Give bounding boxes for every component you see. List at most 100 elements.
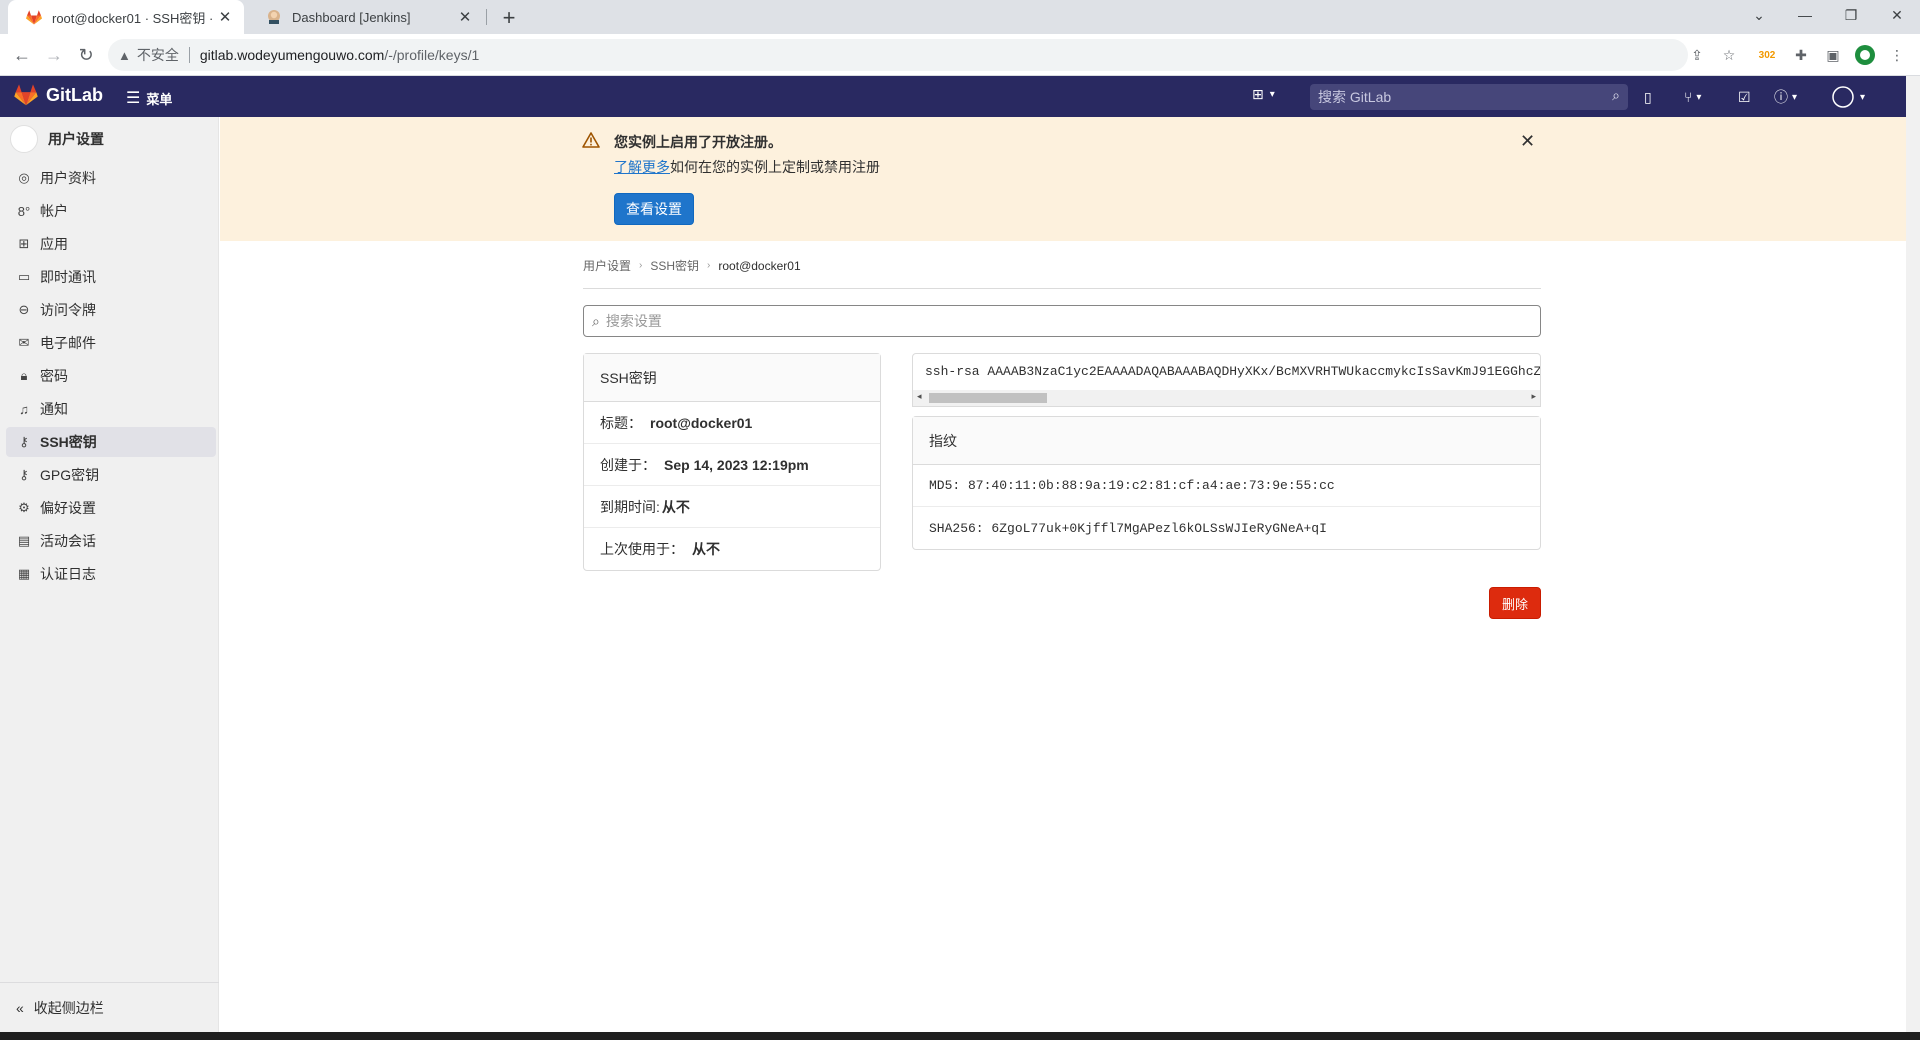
delete-button[interactable]: 删除 — [1489, 587, 1541, 619]
sidebar-item-label: 偏好设置 — [40, 500, 96, 516]
sidebar-item-preferences[interactable]: ⚙ 偏好设置 — [6, 493, 216, 523]
ssh-key-info-card: SSH密钥 标题： root@docker01 创建于： Sep 14, 2023 … — [583, 353, 881, 571]
sidebar-item-auth-log[interactable]: ▦ 认证日志 — [6, 559, 216, 589]
restore-button[interactable]: ❐ — [1828, 0, 1874, 30]
sidebar-item-applications[interactable]: ⊞ 应用 — [6, 229, 216, 259]
sidebar-item-password[interactable]: 🔒︎ 密码 — [6, 361, 216, 391]
search-settings-placeholder: 搜索设置 — [605, 313, 662, 329]
learn-more-link[interactable]: 了解更多 — [614, 159, 670, 175]
bell-icon: ♫ — [19, 401, 29, 417]
scroll-left-icon[interactable]: ◂ — [917, 391, 922, 402]
plus-square-icon: ⊞ — [1252, 86, 1264, 102]
help-icon[interactable]: ⓘ ▾ — [1774, 86, 1797, 108]
settings-sidebar: 用户设置 ◎ 用户资料 8° 帐户 ⊞ 应用 ▭ 即时通讯 ⊖ 访问令牌 ✉ 电子邮件 🔒︎… — [0, 117, 219, 1032]
side-panel-icon[interactable]: ▣ — [1820, 42, 1846, 68]
sidebar-item-label: 用户资料 — [40, 170, 96, 186]
sidebar-item-notifications[interactable]: ♫ 通知 — [6, 394, 216, 424]
alert-body: 了解更多如何在您的实例上定制或禁用注册 — [614, 157, 880, 177]
sidebar-item-profile[interactable]: ◎ 用户资料 — [6, 163, 216, 193]
ssh-key-text: ssh-rsa AAAAB3NzaC1yc2EAAAADAQABAAABAQDH… — [925, 364, 1541, 379]
close-window-button[interactable]: ✕ — [1874, 0, 1920, 30]
search-settings-input[interactable]: ⌕ 搜索设置 — [583, 305, 1541, 337]
collapse-sidebar-label: 收起侧边栏 — [33, 999, 104, 1016]
sidebar-item-chat[interactable]: ▭ 即时通讯 — [6, 262, 216, 292]
sidebar-item-account[interactable]: 8° 帐户 — [6, 196, 216, 226]
close-icon[interactable]: ✕ — [1520, 131, 1535, 152]
breadcrumb-ssh-keys[interactable]: SSH密钥 — [650, 257, 699, 274]
user-icon: ◎ — [18, 170, 30, 185]
key-last-used-row: 上次使用于： 从不 — [584, 528, 880, 570]
breadcrumb-current[interactable]: root@docker01 — [718, 259, 800, 273]
sidebar-item-label: 活动会话 — [40, 533, 96, 549]
double-chevron-left-icon: « — [16, 999, 24, 1016]
todos-icon[interactable]: ☑ — [1738, 86, 1751, 108]
hamburger-icon: ☰ — [126, 90, 141, 107]
key-title-value: root@docker01 — [650, 414, 753, 431]
browser-tab-jenkins[interactable]: Dashboard [Jenkins] ✕ — [248, 0, 484, 34]
search-icon: ⌕ — [592, 312, 600, 329]
extension-badge[interactable]: 302 — [1754, 42, 1780, 68]
search-placeholder: 搜索 GitLab — [1318, 89, 1392, 105]
tab-search-chevron-icon[interactable]: ⌄ — [1736, 0, 1782, 30]
address-bar[interactable]: ▲ 不安全 gitlab.wodeyumengouwo.com /-/profi… — [108, 39, 1688, 71]
fingerprint-md5: MD5: 87:40:11:0b:88:9a:19:c2:81:cf:a4:ae… — [913, 465, 1540, 507]
horizontal-scrollbar[interactable]: ◂ ▸ — [913, 390, 1540, 406]
new-tab-button[interactable]: + — [496, 5, 522, 31]
fingerprints-card: 指纹 MD5: 87:40:11:0b:88:9a:19:c2:81:cf:a4… — [912, 416, 1541, 550]
alert-body-text: 如何在您的实例上定制或禁用注册 — [670, 159, 880, 175]
tab-close-icon[interactable]: ✕ — [456, 8, 474, 26]
browser-toolbar: ← → ↻ ▲ 不安全 gitlab.wodeyumengouwo.com /-… — [0, 34, 1920, 76]
page-scrollbar[interactable] — [1906, 76, 1920, 1032]
view-settings-button[interactable]: 查看设置 — [614, 193, 694, 225]
sidebar-item-access-tokens[interactable]: ⊖ 访问令牌 — [6, 295, 216, 325]
share-icon[interactable]: ⇪ — [1684, 42, 1710, 68]
browser-tab-gitlab[interactable]: root@docker01 · SSH密钥 · 用户 ✕ — [8, 0, 244, 34]
sidebar-header[interactable]: 用户设置 — [10, 125, 104, 153]
extensions-puzzle-icon[interactable]: ✚ — [1788, 42, 1814, 68]
scroll-right-icon[interactable]: ▸ — [1531, 391, 1536, 402]
apps-icon: ⊞ — [18, 236, 30, 251]
main-menu-button[interactable]: ☰ 菜单 — [126, 88, 172, 108]
back-arrow-icon[interactable]: ← — [8, 41, 36, 69]
divider — [583, 288, 1541, 289]
bookmark-star-icon[interactable]: ☆ — [1716, 42, 1742, 68]
key-expires-label: 到期时间: — [600, 498, 660, 515]
security-label: 不安全 — [136, 47, 179, 63]
breadcrumb: 用户设置 › SSH密钥 › root@docker01 — [583, 257, 801, 274]
fingerprint-sha256: SHA256: 6ZgoL77uk+0Kjffl7MgAPezl6kOLSsWJ… — [929, 520, 1327, 536]
reload-icon[interactable]: ↻ — [72, 41, 100, 69]
collapse-sidebar-button[interactable]: « 收起侧边栏 — [0, 982, 219, 1032]
gitlab-logo-icon — [14, 84, 38, 106]
new-dropdown-button[interactable]: ⊞ ▾ — [1252, 86, 1275, 103]
avatar — [10, 125, 38, 153]
sidebar-item-gpg-keys[interactable]: ⚷ GPG密钥 — [6, 460, 216, 490]
scrollbar-thumb[interactable] — [929, 393, 1047, 403]
forward-arrow-icon[interactable]: → — [40, 41, 68, 69]
browser-tab-strip: root@docker01 · SSH密钥 · 用户 ✕ Dashboard [… — [0, 0, 1920, 34]
account-icon: 8° — [17, 203, 31, 219]
minimize-button[interactable]: — — [1782, 0, 1828, 30]
tab-close-icon[interactable]: ✕ — [216, 8, 234, 26]
sidebar-item-active-sessions[interactable]: ▤ 活动会话 — [6, 526, 216, 556]
key-expires-value: 从不 — [661, 498, 690, 515]
profile-avatar-icon[interactable] — [1852, 42, 1878, 68]
key-icon: ⚷ — [19, 434, 29, 449]
gitlab-home-link[interactable]: GitLab — [14, 84, 103, 106]
address-divider — [188, 47, 190, 63]
user-avatar-menu[interactable]: ▾ — [1832, 86, 1865, 108]
gitlab-logo-text: GitLab — [46, 84, 103, 105]
tab-title: Dashboard [Jenkins] — [292, 9, 411, 25]
jenkins-favicon-icon — [266, 9, 282, 25]
url-path: /-/profile/keys/1 — [384, 47, 480, 63]
breadcrumb-user-settings[interactable]: 用户设置 — [583, 257, 631, 274]
merge-requests-icon[interactable]: ⑂ ▾ — [1684, 86, 1701, 108]
mail-icon: ✉ — [18, 335, 30, 350]
issues-icon[interactable]: ▯ — [1644, 86, 1652, 108]
ssh-key-text-box[interactable]: ssh-rsa AAAAB3NzaC1yc2EAAAADAQABAAABAQDH… — [912, 353, 1541, 407]
gitlab-search-input[interactable]: 搜索 GitLab ⌕ — [1310, 84, 1628, 110]
sidebar-item-ssh-keys[interactable]: ⚷ SSH密钥 — [6, 427, 216, 457]
sidebar-item-label: 通知 — [40, 401, 68, 417]
sidebar-item-emails[interactable]: ✉ 电子邮件 — [6, 328, 216, 358]
sidebar-item-label: 帐户 — [40, 203, 68, 219]
browser-menu-icon[interactable]: ⋮ — [1884, 42, 1910, 68]
